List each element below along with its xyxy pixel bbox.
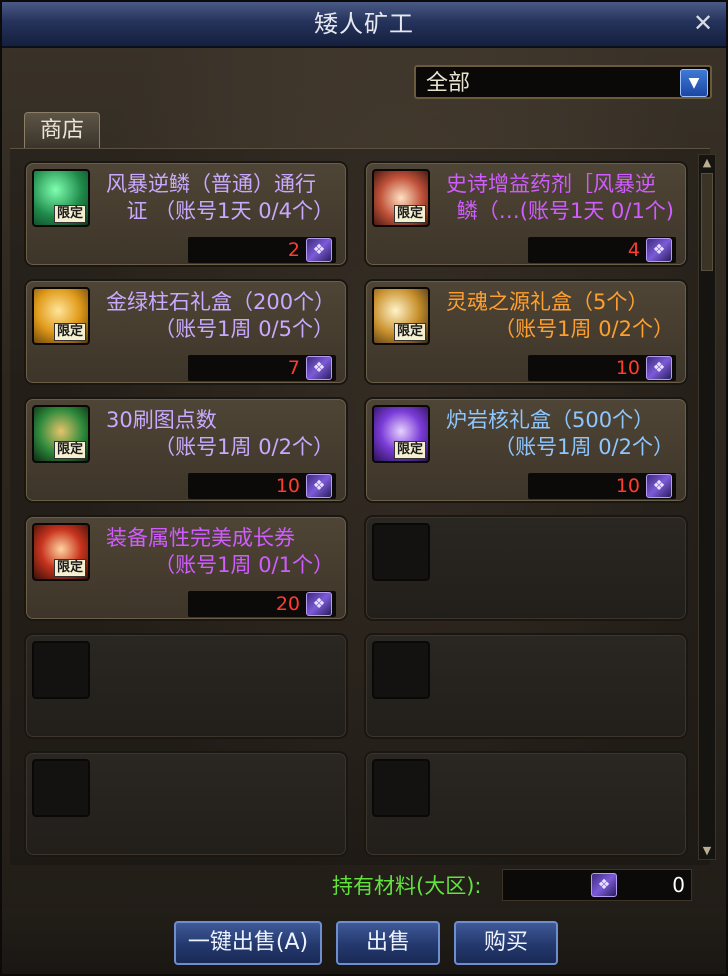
scroll-down-icon[interactable]: ▼ (699, 843, 715, 859)
item-price: 10 (615, 475, 640, 497)
tab-shop[interactable]: 商店 (24, 112, 100, 148)
item-name: 炉岩核礼盒（500个） (446, 408, 655, 432)
empty-slot (24, 751, 348, 857)
shop-item-card[interactable]: 限定 灵魂之源礼盒（5个） （账号1周 0/2个） 10 ❖ (364, 279, 688, 385)
soul-source-icon: 限定 (372, 287, 430, 345)
item-grid: 限定 风暴逆鳞（普通）通行 证 （账号1天 0/4个） 2 ❖ 限定 史诗增益药… (10, 148, 710, 865)
empty-slot (364, 515, 688, 621)
gold-gem-icon: 限定 (32, 287, 90, 345)
item-name: 金绿柱石礼盒（200个） (106, 290, 336, 314)
item-limit: （账号1周 0/2个） (154, 435, 334, 459)
item-price: 10 (275, 475, 300, 497)
empty-slot (24, 633, 348, 739)
green-bottle-icon: 限定 (32, 405, 90, 463)
material-coin-icon: ❖ (591, 873, 617, 897)
dwarf-miner-shop-window: 矮人矿工 ✕ 全部 ▼ 商店 限定 风暴逆鳞（普通）通行 证 （账号1天 0/4… (0, 0, 728, 976)
shop-item-card[interactable]: 限定 风暴逆鳞（普通）通行 证 （账号1天 0/4个） 2 ❖ (24, 161, 348, 267)
material-coin-icon: ❖ (306, 238, 332, 262)
shop-item-card[interactable]: 限定 30刷图点数 （账号1周 0/2个） 10 ❖ (24, 397, 348, 503)
chevron-down-icon[interactable]: ▼ (680, 69, 708, 97)
vertical-scrollbar[interactable]: ▲ ▼ (698, 154, 716, 860)
empty-icon-slot (372, 641, 430, 699)
limited-badge: 限定 (53, 559, 86, 577)
material-coin-icon: ❖ (646, 474, 672, 498)
limited-badge: 限定 (393, 441, 426, 459)
item-name: 装备属性完美成长券 (106, 526, 295, 550)
shop-item-card[interactable]: 限定 装备属性完美成长券 （账号1周 0/1个） 20 ❖ (24, 515, 348, 621)
potion-icon: 限定 (372, 169, 430, 227)
scroll-up-icon[interactable]: ▲ (699, 155, 715, 171)
item-limit: （账号1周 0/2个） (494, 435, 674, 459)
held-materials-box: ❖ 0 (502, 869, 692, 901)
limited-badge: 限定 (393, 205, 426, 223)
item-limit: （账号1周 0/2个） (494, 317, 674, 341)
held-materials-count: 0 (672, 873, 685, 897)
limited-badge: 限定 (53, 323, 86, 341)
item-price: 10 (615, 357, 640, 379)
item-name: 灵魂之源礼盒（5个） (446, 290, 649, 314)
price-bar: 2 ❖ (188, 237, 336, 263)
shop-item-card[interactable]: 限定 史诗增益药剂［风暴逆 鳞（…(账号1天 0/1个) 4 ❖ (364, 161, 688, 267)
item-name: 风暴逆鳞（普通）通行 (106, 172, 316, 196)
material-coin-icon: ❖ (646, 238, 672, 262)
item-name: 史诗增益药剂［风暴逆 (446, 172, 656, 196)
held-materials-label: 持有材料(大区): (332, 874, 482, 898)
limited-badge: 限定 (393, 323, 426, 341)
window-title: 矮人矿工 (2, 2, 726, 48)
buy-button[interactable]: 购买 (454, 921, 558, 965)
empty-icon-slot (32, 641, 90, 699)
item-limit: （账号1周 0/1个） (154, 553, 334, 577)
shop-item-card[interactable]: 限定 炉岩核礼盒（500个） （账号1周 0/2个） 10 ❖ (364, 397, 688, 503)
item-limit: （账号1周 0/5个） (154, 317, 334, 341)
price-bar: 10 ❖ (528, 355, 676, 381)
scroll-thumb[interactable] (701, 173, 713, 271)
sell-all-button[interactable]: 一键出售(A) (174, 921, 322, 965)
price-bar: 7 ❖ (188, 355, 336, 381)
item-limit: 鳞（…(账号1天 0/1个) (456, 199, 674, 223)
price-bar: 4 ❖ (528, 237, 676, 263)
empty-slot (364, 751, 688, 857)
material-coin-icon: ❖ (306, 592, 332, 616)
material-coin-icon: ❖ (306, 474, 332, 498)
empty-slot (364, 633, 688, 739)
lava-core-icon: 限定 (372, 405, 430, 463)
category-filter-dropdown[interactable]: 全部 ▼ (414, 65, 712, 99)
limited-badge: 限定 (53, 205, 86, 223)
green-scale-icon: 限定 (32, 169, 90, 227)
item-price: 2 (287, 239, 300, 261)
item-name: 30刷图点数 (106, 408, 217, 432)
material-coin-icon: ❖ (646, 356, 672, 380)
close-icon[interactable]: ✕ (688, 8, 718, 38)
sell-button[interactable]: 出售 (336, 921, 440, 965)
price-bar: 10 ❖ (528, 473, 676, 499)
material-coin-icon: ❖ (306, 356, 332, 380)
item-price: 7 (287, 357, 300, 379)
price-bar: 20 ❖ (188, 591, 336, 617)
shop-item-card[interactable]: 限定 金绿柱石礼盒（200个） （账号1周 0/5个） 7 ❖ (24, 279, 348, 385)
empty-icon-slot (32, 759, 90, 817)
item-price: 20 (275, 593, 300, 615)
growth-ticket-icon: 限定 (32, 523, 90, 581)
filter-selected-value: 全部 (426, 71, 471, 96)
limited-badge: 限定 (53, 441, 86, 459)
item-price: 4 (627, 239, 640, 261)
item-limit: 证 （账号1天 0/4个） (126, 199, 334, 223)
empty-icon-slot (372, 759, 430, 817)
price-bar: 10 ❖ (188, 473, 336, 499)
empty-icon-slot (372, 523, 430, 581)
